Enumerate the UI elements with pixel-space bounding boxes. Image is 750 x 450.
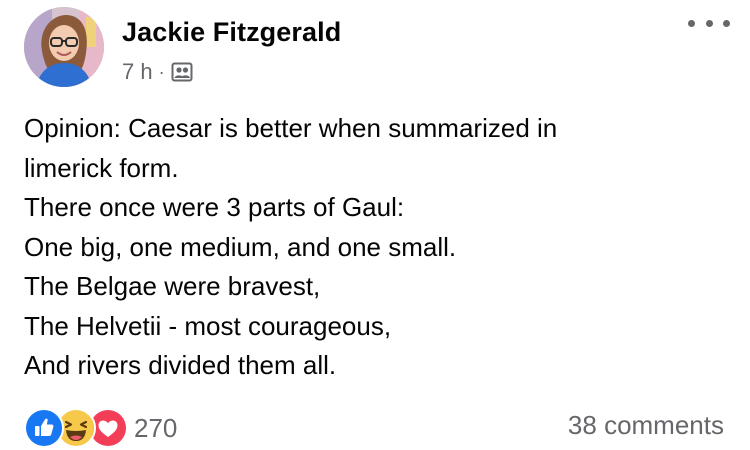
- post-card: Jackie Fitzgerald 7 h · Opinion: Caesar …: [0, 0, 750, 450]
- avatar[interactable]: [24, 7, 104, 87]
- post-text-line: And rivers divided them all.: [24, 350, 337, 380]
- reaction-count: 270: [134, 413, 178, 443]
- group-icon[interactable]: [171, 61, 193, 83]
- author-name[interactable]: Jackie Fitzgerald: [122, 17, 341, 48]
- meta-separator: ·: [158, 62, 165, 82]
- more-dot: [705, 19, 713, 27]
- more-dot: [688, 19, 695, 27]
- post-text: Opinion: Caesar is better when summarize…: [24, 109, 724, 386]
- post-text-line: There once were 3 parts of Gaul:: [24, 192, 405, 222]
- timestamp[interactable]: 7 h: [122, 59, 153, 85]
- like-icon: [24, 408, 64, 448]
- post-meta: 7 h ·: [122, 59, 193, 85]
- more-options-icon[interactable]: [688, 12, 730, 34]
- more-dot: [723, 19, 730, 27]
- post-text-line: The Helvetii - most courageous,: [24, 310, 392, 341]
- post-text-line: Opinion: Caesar is better when summarize…: [24, 113, 558, 143]
- avatar-image: [24, 7, 104, 87]
- comments-count-link[interactable]: 38 comments: [568, 412, 724, 438]
- reactions-summary[interactable]: 270: [24, 408, 177, 448]
- post-text-line: One big, one medium, and one small.: [24, 231, 457, 262]
- post-text-line: The Belgae were bravest,: [24, 271, 321, 301]
- post-text-line: limerick form.: [24, 152, 179, 183]
